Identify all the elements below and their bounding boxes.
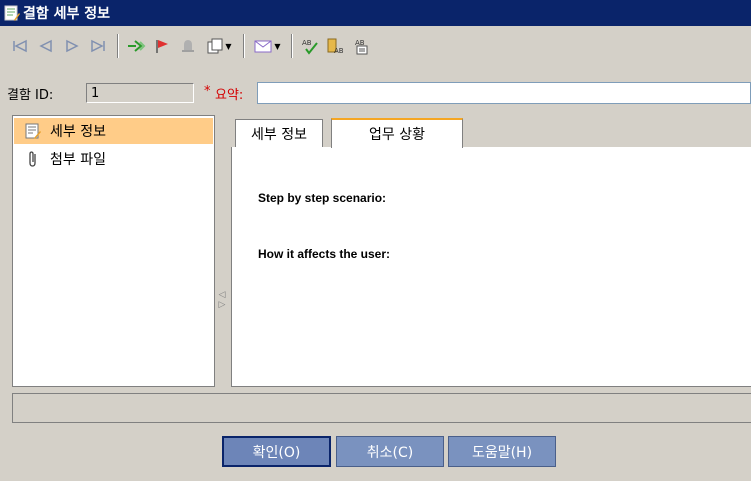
toolbar-separator [117,34,119,58]
email-icon [254,40,272,53]
user-impact-heading: How it affects the user: [258,247,391,261]
chevron-down-icon: ▼ [274,41,281,51]
chevron-down-icon: ▼ [225,41,232,51]
help-button[interactable]: 도움말(H) [448,436,556,467]
paperclip-icon [24,150,42,168]
next-record-icon [66,39,79,53]
flag-icon [156,40,168,53]
flag-button[interactable] [150,34,174,58]
defect-details-icon [4,5,20,21]
window-title: 결함 세부 정보 [23,6,111,22]
toolbar-separator [243,34,245,58]
status-bar [12,393,751,423]
nav-item-attachments[interactable]: 첨부 파일 [14,146,213,172]
spelling-options-button[interactable]: AB [350,34,374,58]
first-record-icon [13,39,27,53]
expand-right-icon: ▷ [218,300,226,310]
alert-bell-button[interactable] [176,34,200,58]
thesaurus-icon: AB [327,38,344,55]
next-record-button[interactable] [60,34,84,58]
nav-item-details[interactable]: 세부 정보 [14,118,213,144]
tab-details[interactable]: 세부 정보 [235,119,323,147]
details-icon [24,122,42,140]
summary-label: 요약: [215,88,244,103]
required-marker: * [204,84,211,99]
cancel-button[interactable]: 취소(C) [336,436,444,467]
go-to-defect-icon [128,40,146,52]
thesaurus-button[interactable]: AB [324,34,348,58]
last-record-button[interactable] [86,34,110,58]
email-button[interactable]: ▼ [250,34,284,58]
previous-record-button[interactable] [34,34,58,58]
first-record-button[interactable] [8,34,32,58]
previous-record-icon [39,39,52,53]
copy-icon [207,38,223,54]
svg-text:AB: AB [334,47,344,55]
last-record-icon [91,39,105,53]
detail-panel: 세부 정보 업무 상황 Step by step scenario: How i… [231,115,751,387]
go-to-defect-button[interactable] [124,34,148,58]
nav-item-label: 첨부 파일 [50,152,106,168]
tab-strip: 세부 정보 업무 상황 [231,115,751,148]
panel-splitter[interactable]: ◁ ▷ [216,285,228,315]
navigation-panel: 세부 정보 첨부 파일 [12,115,215,387]
alert-bell-icon [182,40,194,52]
spell-check-button[interactable]: AB [298,34,322,58]
tab-business-status[interactable]: 업무 상황 [331,118,463,148]
defect-id-label: 결함 ID: [7,88,54,103]
tab-content: Step by step scenario: How it affects th… [231,147,751,387]
scenario-heading: Step by step scenario: [258,191,387,205]
ok-button[interactable]: 확인(O) [222,436,331,467]
title-bar: 결함 세부 정보 [0,0,751,26]
spell-check-icon: AB [302,39,318,55]
defect-id-field: 1 [86,83,194,103]
copy-button[interactable]: ▼ [202,34,236,58]
spelling-options-icon: AB [355,39,368,55]
toolbar: ▼ ▼ AB AB AB [0,26,751,66]
summary-input[interactable] [257,82,751,104]
collapse-left-icon: ◁ [218,290,226,300]
svg-text:AB: AB [302,39,312,47]
toolbar-separator [291,34,293,58]
defect-details-window: 결함 세부 정보 ▼ ▼ AB AB AB 결함 ID: 1 * 요약: 세부 … [0,0,751,481]
nav-item-label: 세부 정보 [50,124,106,140]
